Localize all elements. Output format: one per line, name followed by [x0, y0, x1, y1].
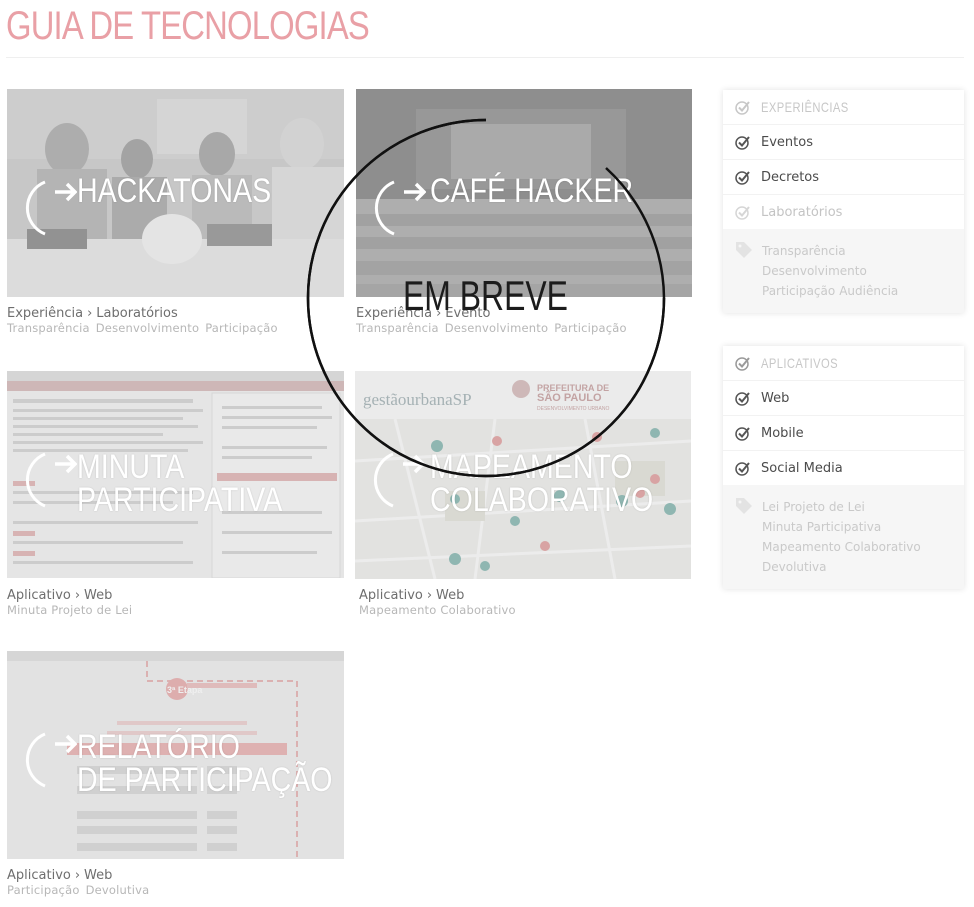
panel-tag-list: Transparência Desenvolvimento Participaç… [723, 229, 964, 313]
check-circle-icon [735, 357, 750, 371]
check-circle-icon [735, 171, 750, 185]
tag-link[interactable]: Participação [762, 281, 835, 301]
panel-header[interactable]: APLICATIVOS [723, 346, 964, 381]
tag-link[interactable]: Lei [762, 497, 779, 517]
check-circle-icon [735, 206, 750, 220]
card-tags: Minuta Projeto de Lei [7, 603, 138, 617]
filter-option-laboratorios[interactable]: Laboratórios [723, 195, 964, 229]
panel-tag-list: Lei Projeto de Lei Minuta Participativa M… [723, 485, 964, 589]
tag-link[interactable]: Audiência [839, 281, 898, 301]
filter-option-decretos[interactable]: Decretos [723, 160, 964, 195]
card-title: RELATÓRIO DE PARTICIPAÇÃO [77, 728, 333, 799]
tag-link[interactable]: Desenvolvimento [96, 321, 199, 335]
tag-link[interactable]: Devolutiva [762, 557, 827, 577]
tag-icon [736, 498, 752, 514]
tag-link[interactable]: Minuta Participativa [762, 517, 881, 537]
arrow-icon [25, 180, 77, 236]
card-category: Aplicativo › Web [7, 588, 113, 603]
tag-link[interactable]: Devolutiva [86, 883, 150, 897]
filter-option-mobile[interactable]: Mobile [723, 416, 964, 451]
tag-link[interactable]: Desenvolvimento [762, 261, 867, 281]
tag-link[interactable]: Participação [7, 883, 80, 897]
check-circle-icon [735, 427, 750, 441]
card-relatorio-participacao[interactable]: 3ª Etapa RELATÓRIO DE PARTICIPAÇÃO Aplic… [7, 651, 344, 901]
coming-soon-label: EM BREVE [403, 272, 568, 319]
page-title: GUIA DE TECNOLOGIAS [6, 4, 370, 48]
card-category: Aplicativo › Web [359, 588, 465, 603]
tag-link[interactable]: Participação [205, 321, 278, 335]
filter-option-social-media[interactable]: Social Media [723, 451, 964, 485]
card-minuta-participativa[interactable]: MINUTA PARTICIPATIVA Aplicativo › Web Minu… [7, 371, 344, 617]
card-title: HACKATONAS [77, 172, 272, 210]
arrow-icon [25, 732, 77, 788]
tag-icon [736, 242, 752, 258]
check-circle-icon [735, 101, 750, 115]
card-tags: Participação Devolutiva [7, 883, 155, 897]
check-circle-icon [735, 136, 750, 150]
tag-link[interactable]: Transparência [7, 321, 90, 335]
filter-option-eventos[interactable]: Eventos [723, 125, 964, 160]
card-category: Aplicativo › Web [7, 868, 113, 883]
card-tags: Transparência Desenvolvimento Participação [7, 321, 284, 335]
arrow-icon [25, 452, 77, 508]
filter-option-web[interactable]: Web [723, 381, 964, 416]
panel-header[interactable]: EXPERIÊNCIAS [723, 90, 964, 125]
tag-link[interactable]: Projeto de Lei [783, 497, 865, 517]
card-hackatonas[interactable]: HACKATONAS Experiência › Laboratórios Tran… [7, 89, 344, 335]
tag-link[interactable]: Mapeamento Colaborativo [762, 537, 921, 557]
card-image[interactable]: 3ª Etapa RELATÓRIO DE PARTICIPAÇÃO [7, 651, 344, 859]
tag-link[interactable]: Transparência [762, 241, 846, 261]
check-circle-icon [735, 392, 750, 406]
card-category: Experiência › Laboratórios [7, 306, 178, 321]
card-image[interactable]: HACKATONAS [7, 89, 344, 297]
tag-link[interactable]: Minuta Projeto de Lei [7, 603, 132, 617]
card-tags: Mapeamento Colaborativo [359, 603, 522, 617]
check-circle-icon [735, 462, 750, 476]
card-title: MINUTA PARTICIPATIVA [77, 448, 283, 519]
title-divider [6, 57, 964, 58]
filter-panel-experiencias: EXPERIÊNCIAS Eventos Decretos Laboratóri… [723, 90, 964, 313]
card-image[interactable]: MINUTA PARTICIPATIVA [7, 371, 344, 578]
filter-panel-aplicativos: APLICATIVOS Web Mobile Social Media Lei P… [723, 346, 964, 589]
tag-link[interactable]: Mapeamento Colaborativo [359, 603, 516, 617]
